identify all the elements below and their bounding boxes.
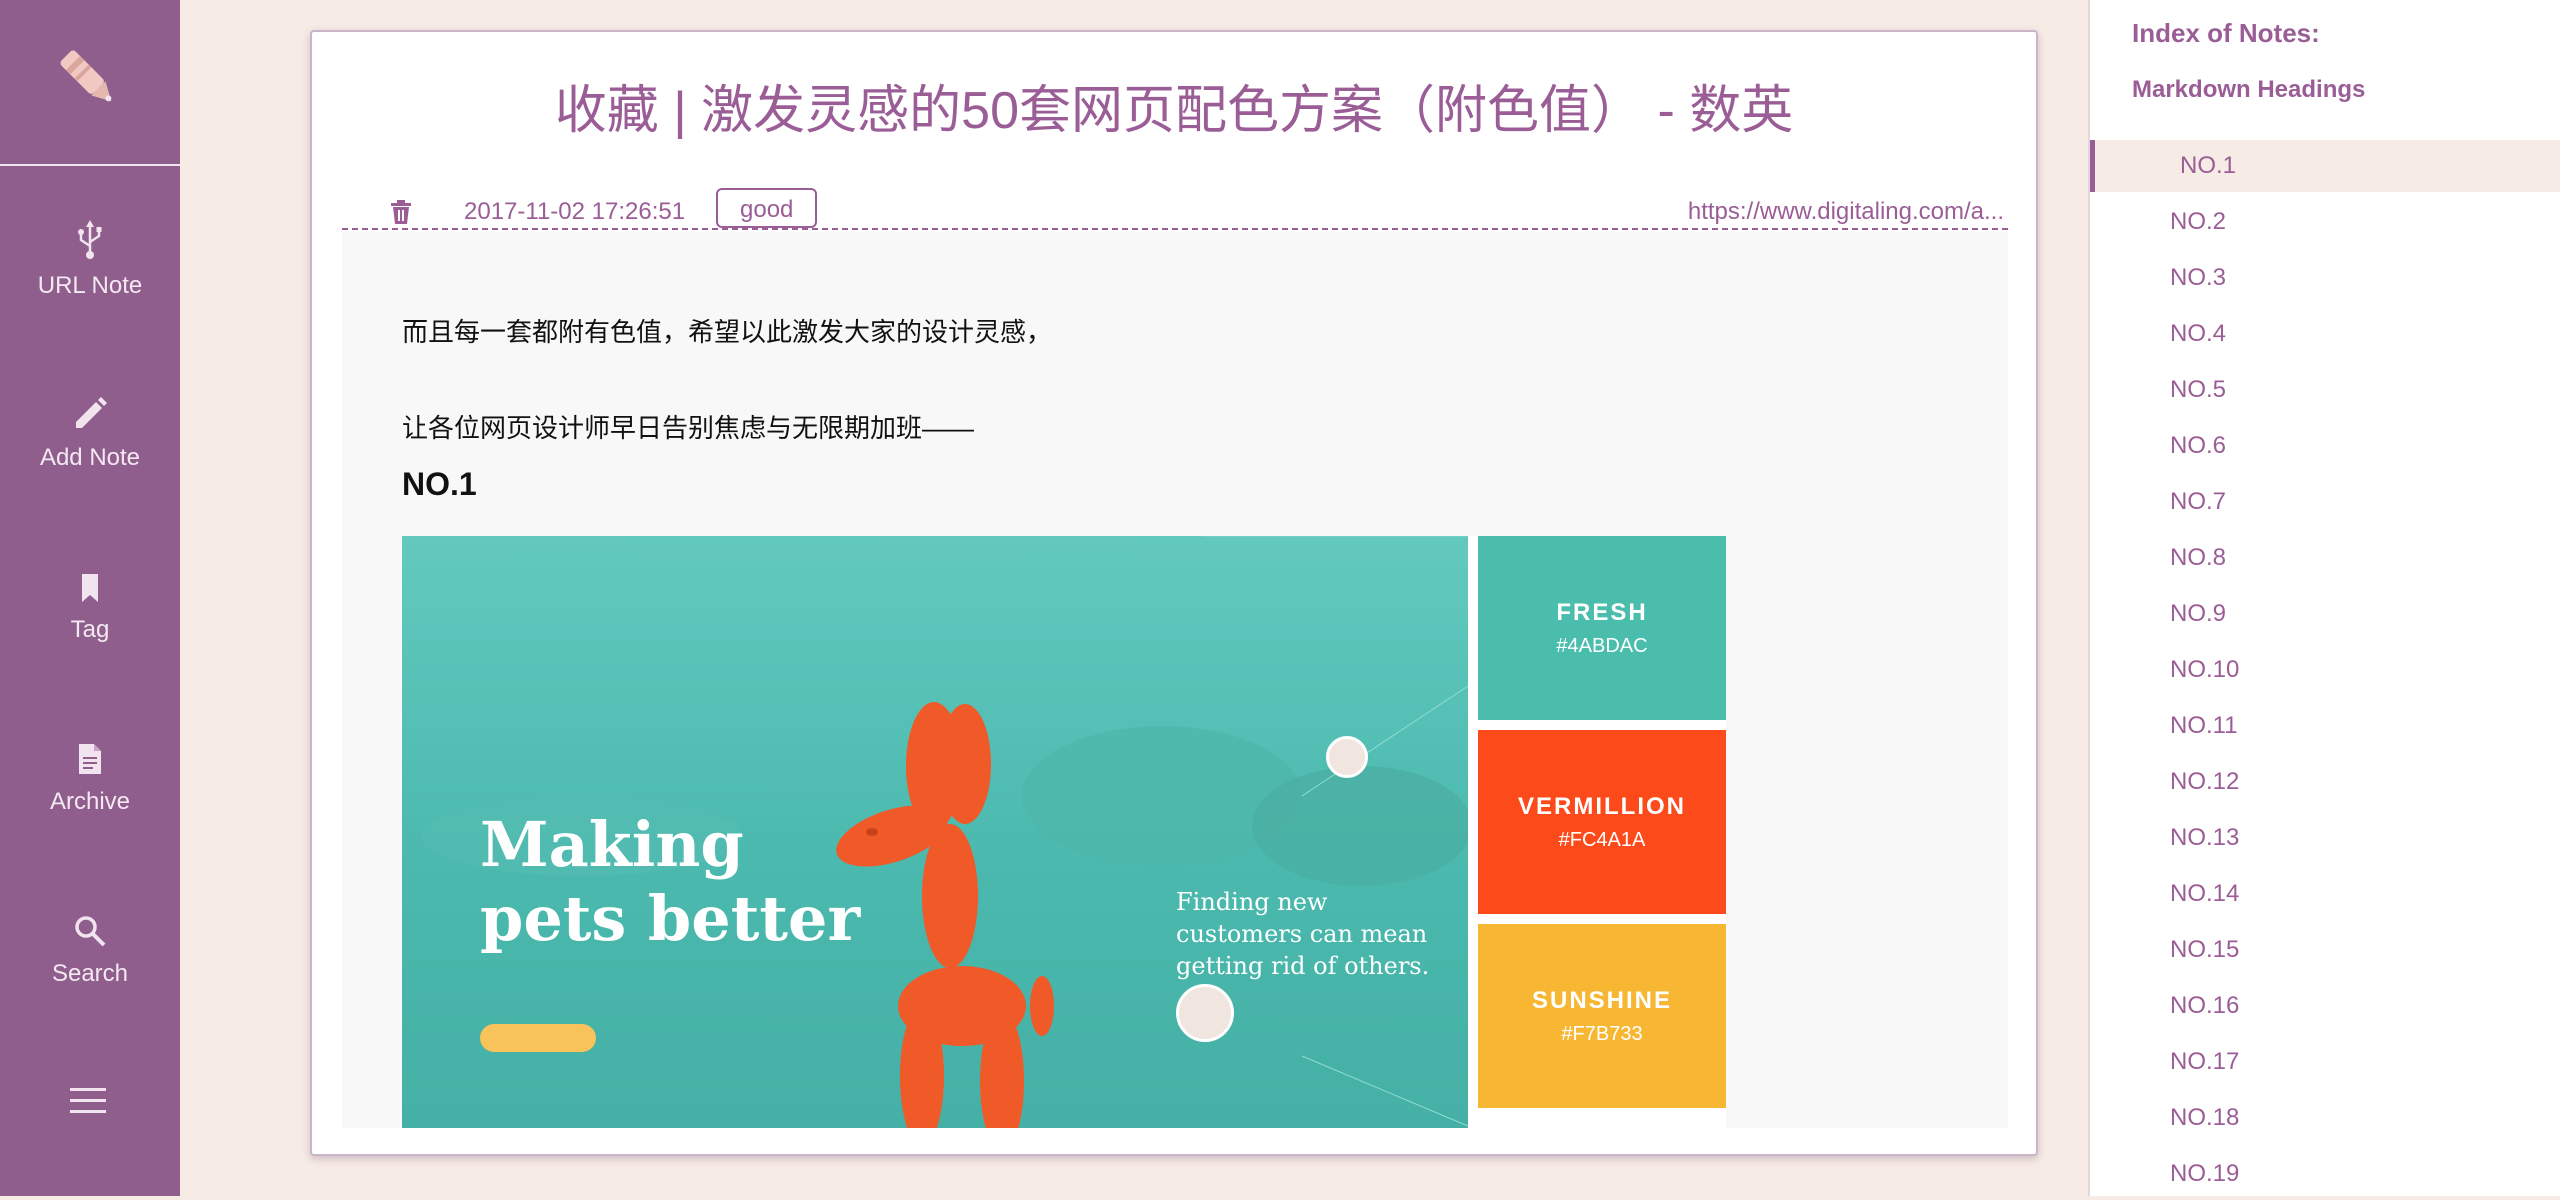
tag-badge[interactable]: good	[716, 188, 818, 228]
story-line: getting rid of others.	[1176, 952, 1430, 980]
pen-icon	[50, 40, 130, 125]
content-heading: NO.1	[402, 466, 477, 502]
sidebar: URL Note Add Note Tag Archive Search	[0, 0, 180, 1196]
sidebar-item-label: Archive	[49, 788, 131, 815]
sidebar-item-label: Search	[51, 960, 129, 987]
document-icon	[77, 728, 103, 776]
index-panel: Index of Notes: Markdown Headings NO.1 NO…	[2088, 0, 2560, 1196]
swatch-name: SUNSHINE	[1531, 986, 1673, 1014]
index-item[interactable]: NO.15	[2090, 924, 2560, 976]
swatch-sunshine: SUNSHINE #F7B733	[1478, 924, 1726, 1108]
swatch-name: FRESH	[1556, 598, 1648, 626]
avatar	[1176, 984, 1234, 1042]
bookmark-icon	[80, 556, 100, 604]
index-item[interactable]: NO.6	[2090, 420, 2560, 472]
story-line: customers can mean	[1176, 920, 1428, 948]
swatch-hex: #F7B733	[1561, 1022, 1643, 1045]
index-item[interactable]: NO.3	[2090, 252, 2560, 304]
index-item[interactable]: NO.13	[2090, 812, 2560, 864]
image-story-text: Finding new customers can mean getting r…	[1176, 886, 1429, 982]
note-date: 2017-11-02 17:26:51	[464, 198, 686, 225]
index-item[interactable]: NO.16	[2090, 980, 2560, 1032]
index-item[interactable]: NO.7	[2090, 476, 2560, 528]
index-item[interactable]: NO.9	[2090, 588, 2560, 640]
sidebar-item-tag[interactable]: Tag	[0, 556, 180, 666]
trash-icon[interactable]	[390, 200, 412, 229]
index-item[interactable]: NO.5	[2090, 364, 2560, 416]
pencil-icon	[72, 384, 108, 432]
story-line: Finding new	[1176, 888, 1328, 916]
menu-bar	[70, 1110, 106, 1113]
menu-bar	[70, 1088, 106, 1091]
swatch-name: VERMILLION	[1518, 792, 1686, 820]
note-content: 而且每一套都附有色值，希望以此激发大家的设计灵感， 让各位网页设计师早日告别焦虑…	[342, 232, 2008, 1128]
sidebar-item-add-note[interactable]: Add Note	[0, 384, 180, 494]
hero-button	[480, 1024, 596, 1052]
sidebar-item-label: Add Note	[39, 444, 141, 471]
paragraph: 而且每一套都附有色值，希望以此激发大家的设计灵感，	[402, 317, 1053, 347]
index-item[interactable]: NO.11	[2090, 700, 2560, 752]
search-icon	[73, 900, 107, 948]
index-item[interactable]: NO.2	[2090, 196, 2560, 248]
usb-icon	[75, 212, 105, 260]
sidebar-item-search[interactable]: Search	[0, 900, 180, 1010]
image-scene: Making pets better Finding new customers…	[402, 536, 1468, 1128]
index-item[interactable]: NO.14	[2090, 868, 2560, 920]
index-item[interactable]: NO.1	[2090, 140, 2560, 192]
index-item[interactable]: NO.12	[2090, 756, 2560, 808]
note-url-link[interactable]: https://www.digitaling.com/a...	[1688, 198, 2004, 226]
sidebar-item-label: Tag	[70, 616, 110, 643]
index-subtitle: Markdown Headings	[2132, 76, 2366, 103]
sidebar-item-url-note[interactable]: URL Note	[0, 212, 180, 322]
palette-image: Making pets better Finding new customers…	[402, 536, 1726, 1128]
index-item[interactable]: NO.18	[2090, 1092, 2560, 1144]
index-item[interactable]: NO.8	[2090, 532, 2560, 584]
index-item[interactable]: NO.4	[2090, 308, 2560, 360]
menu-icon[interactable]	[70, 1088, 106, 1121]
note-title: 收藏 | 激发灵感的50套网页配色方案（附色值） - 数英	[554, 82, 1794, 140]
menu-bar	[70, 1099, 106, 1102]
paragraph: 让各位网页设计师早日告别焦虑与无限期加班——	[402, 413, 975, 443]
index-title: Index of Notes:	[2132, 18, 2320, 48]
logo[interactable]	[0, 0, 180, 166]
sidebar-item-archive[interactable]: Archive	[0, 728, 180, 838]
hero-line: pets better	[480, 882, 861, 955]
index-item[interactable]: NO.10	[2090, 644, 2560, 696]
sidebar-item-label: URL Note	[37, 272, 143, 299]
divider	[342, 228, 2008, 230]
swatch-hex: #4ABDAC	[1556, 634, 1648, 657]
index-item[interactable]: NO.17	[2090, 1036, 2560, 1088]
swatch-hex: #FC4A1A	[1558, 828, 1646, 851]
swatch-vermillion: VERMILLION #FC4A1A	[1478, 730, 1726, 914]
avatar	[1326, 736, 1368, 778]
index-item[interactable]: NO.19	[2090, 1148, 2560, 1200]
swatch-fresh: FRESH #4ABDAC	[1478, 536, 1726, 720]
note-meta: 2017-11-02 17:26:51 good https://www.dig…	[342, 158, 2008, 228]
note-card: 收藏 | 激发灵感的50套网页配色方案（附色值） - 数英 2017-11-02…	[310, 30, 2038, 1156]
hero-line: Making	[480, 808, 744, 881]
image-hero-text: Making pets better	[480, 808, 860, 956]
